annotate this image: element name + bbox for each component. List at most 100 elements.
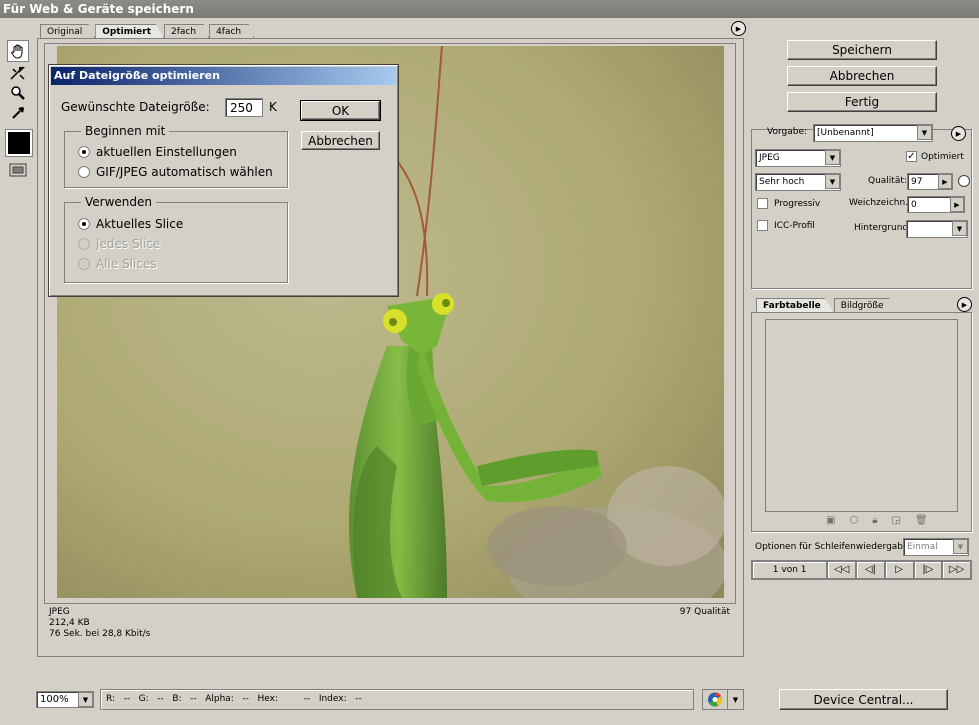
- optimized-check[interactable]: ✓: [906, 151, 917, 162]
- radio-each-slice-dot: [78, 238, 90, 250]
- previous-frame-button[interactable]: ◁|: [856, 561, 885, 579]
- blur-label: Weichzeichn.:: [849, 198, 912, 208]
- image-filesize: 212,4 KB: [49, 618, 90, 628]
- first-frame-button[interactable]: ◁◁: [827, 561, 857, 579]
- frame-counter: 1 von 1: [752, 561, 828, 579]
- done-button[interactable]: Fertig: [787, 92, 937, 112]
- eyedropper-color-swatch[interactable]: [5, 129, 33, 157]
- icc-profile-checkbox[interactable]: ICC-Profil: [757, 220, 815, 231]
- preset-dropdown-arrow[interactable]: ▼: [917, 125, 932, 140]
- blur-slider-arrow[interactable]: ▶: [950, 197, 964, 212]
- quality-slider-arrow[interactable]: ▶: [938, 174, 952, 189]
- tab-optimized[interactable]: Optimiert: [95, 24, 165, 38]
- radio-each-slice: Jedes Slice: [78, 237, 160, 251]
- radio-current-slice[interactable]: Aktuelles Slice: [78, 217, 183, 231]
- device-central-button[interactable]: Device Central...: [779, 689, 948, 710]
- format-dropdown-arrow[interactable]: ▼: [825, 150, 840, 165]
- last-frame-button[interactable]: ▷▷: [942, 561, 971, 579]
- animation-controls: 1 von 1 ◁◁ ◁| ▷ |▷ ▷▷: [751, 560, 972, 580]
- filesize-unit: K: [269, 100, 277, 114]
- delete-color-icon[interactable]: 🗑︎: [915, 515, 928, 526]
- progressive-checkbox[interactable]: Progressiv: [757, 198, 820, 209]
- settings-menu-button[interactable]: ▶: [951, 126, 966, 141]
- blur-value: 0: [911, 200, 917, 210]
- color-table-menu-icon: ▶: [961, 300, 968, 309]
- preset-select[interactable]: [Unbenannt]: [813, 124, 933, 142]
- browser-preview-button[interactable]: ▼: [702, 689, 744, 710]
- window-title: Für Web & Geräte speichern: [0, 0, 979, 18]
- slice-select-tool[interactable]: [7, 62, 29, 84]
- browser-preview-icon: [708, 692, 723, 707]
- tab-color-table[interactable]: Farbtabelle: [756, 298, 834, 312]
- color-table-area[interactable]: [765, 319, 958, 512]
- preset-label: Vorgabe:: [767, 127, 808, 137]
- quality-value: 97: [911, 177, 923, 187]
- hand-tool[interactable]: [7, 40, 29, 62]
- filesize-input[interactable]: [225, 98, 263, 117]
- color-table-tabs: Farbtabelle Bildgröße: [756, 298, 897, 312]
- image-info-left: JPEG 212,4 KB 76 Sek. bei 28,8 Kbit/s: [49, 607, 150, 640]
- color-table-toolbar: ▣ ⬡ 🔒︎ ◲ 🗑︎: [826, 515, 928, 526]
- quality-mask-button[interactable]: [958, 175, 970, 187]
- radio-auto-gif-jpeg[interactable]: GIF/JPEG automatisch wählen: [78, 165, 273, 179]
- hand-icon: [11, 44, 23, 59]
- tab-original[interactable]: Original: [40, 24, 96, 38]
- radio-each-slice-label: Jedes Slice: [96, 237, 161, 251]
- loop-value: Einmal: [907, 542, 938, 552]
- color-readout: R: -- G: -- B: -- Alpha: -- Hex: -- Inde…: [100, 689, 694, 710]
- zoom-dropdown-arrow[interactable]: ▼: [78, 692, 93, 707]
- radio-current-slice-dot[interactable]: [78, 218, 90, 230]
- radio-auto-gif-jpeg-dot[interactable]: [78, 166, 90, 178]
- filesize-label: Gewünschte Dateigröße:: [61, 100, 210, 114]
- zoom-tool[interactable]: [7, 82, 29, 104]
- radio-auto-gif-jpeg-label: GIF/JPEG automatisch wählen: [96, 165, 273, 179]
- start-with-legend: Beginnen mit: [81, 124, 170, 138]
- zoom-icon: [11, 86, 25, 100]
- start-with-group: [64, 131, 288, 188]
- image-quality: 97 Qualität: [679, 607, 730, 617]
- color-table-menu-button[interactable]: ▶: [957, 297, 972, 312]
- web-snap-icon[interactable]: ⬡: [849, 515, 858, 526]
- radio-current-settings-dot[interactable]: [78, 146, 90, 158]
- preset-value: [Unbenannt]: [817, 128, 874, 138]
- loop-options-label: Optionen für Schleifenwiedergabe:: [755, 542, 912, 552]
- optimized-label: Optimiert: [921, 151, 964, 162]
- optimized-checkbox[interactable]: ✓ Optimiert: [906, 151, 964, 162]
- save-button[interactable]: Speichern: [787, 40, 937, 60]
- quality-preset-value: Sehr hoch: [759, 177, 805, 187]
- progressive-check[interactable]: [757, 198, 768, 209]
- tab-2up[interactable]: 2fach: [164, 24, 210, 38]
- eyedropper-icon: [12, 107, 24, 119]
- play-button[interactable]: ▷: [884, 561, 914, 579]
- radio-all-slices-dot: [78, 258, 90, 270]
- flyout-menu-icon: ▶: [735, 24, 742, 33]
- radio-all-slices-label: Alle Slices: [96, 257, 157, 271]
- image-download-time: 76 Sek. bei 28,8 Kbit/s: [49, 629, 151, 639]
- next-frame-button[interactable]: |▷: [913, 561, 943, 579]
- ok-button[interactable]: OK: [300, 100, 381, 121]
- new-color-icon[interactable]: ◲: [892, 515, 901, 526]
- quality-preset-dropdown-arrow[interactable]: ▼: [825, 174, 840, 189]
- settings-menu-icon: ▶: [955, 129, 962, 138]
- radio-current-slice-label: Aktuelles Slice: [96, 217, 184, 231]
- cancel-button[interactable]: Abbrechen: [301, 131, 380, 150]
- slice-select-icon: [10, 66, 25, 80]
- matte-label: Hintergrund:: [854, 223, 912, 233]
- radio-current-settings[interactable]: aktuellen Einstellungen: [78, 145, 237, 159]
- loop-dropdown-arrow: ▼: [953, 539, 968, 554]
- radio-current-settings-label: aktuellen Einstellungen: [96, 145, 237, 159]
- browser-dropdown-arrow[interactable]: ▼: [727, 690, 743, 709]
- map-to-transparent-icon[interactable]: ▣: [826, 515, 835, 526]
- quality-label: Qualität:: [868, 176, 907, 186]
- tab-image-size[interactable]: Bildgröße: [833, 298, 897, 312]
- eyedropper-tool[interactable]: [7, 102, 29, 124]
- toggle-slices-button[interactable]: [7, 159, 29, 181]
- image-format: JPEG: [49, 607, 70, 617]
- preview-menu-button[interactable]: ▶: [731, 21, 746, 36]
- tab-4up[interactable]: 4fach: [209, 24, 255, 38]
- lock-color-icon[interactable]: 🔒︎: [872, 515, 877, 526]
- format-value: JPEG: [759, 153, 780, 163]
- matte-dropdown-arrow[interactable]: ▼: [952, 221, 967, 236]
- abort-button[interactable]: Abbrechen: [787, 66, 937, 86]
- icc-profile-check[interactable]: [757, 220, 768, 231]
